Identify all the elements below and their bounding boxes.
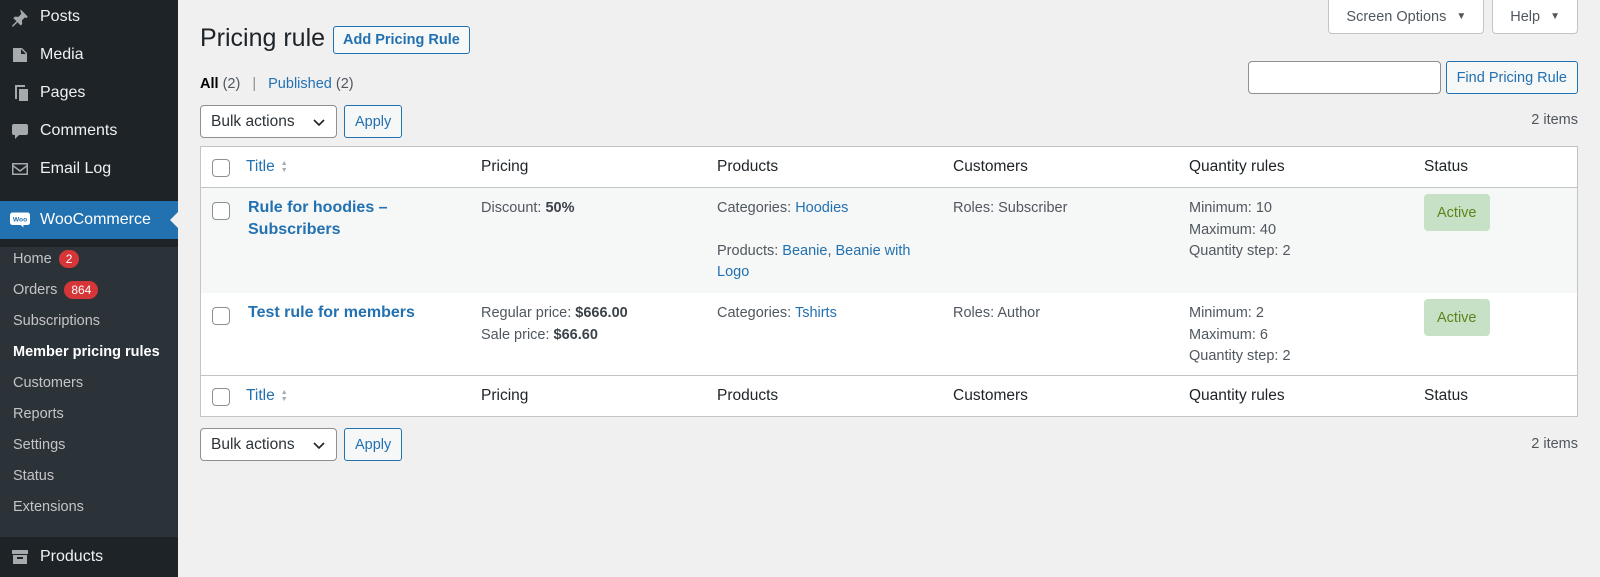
column-products-header: Products (717, 158, 779, 175)
products-cell: Categories: Hoodies Products: Beanie, Be… (717, 200, 911, 280)
submenu-item-status[interactable]: Status (13, 464, 54, 488)
submenu-item-customers[interactable]: Customers (13, 371, 83, 395)
row-title-link[interactable]: Rule for hoodies – Subscribers (248, 197, 388, 241)
apply-button[interactable]: Apply (344, 428, 403, 461)
apply-button[interactable]: Apply (344, 105, 403, 138)
page-title: Pricing rule (200, 24, 326, 52)
column-quantity-header: Quantity rules (1189, 158, 1285, 175)
caret-down-icon: ▼ (1550, 11, 1560, 22)
menu-item-posts[interactable]: Posts (0, 0, 178, 36)
sort-icon: ▲ ▼ (280, 160, 288, 174)
email-icon (0, 159, 40, 179)
notification-badge: 864 (64, 281, 99, 299)
status-badge: Active (1424, 299, 1490, 336)
column-status-footer: Status (1424, 387, 1468, 404)
items-count: 2 items (1531, 436, 1578, 452)
table-row: Rule for hoodies – Subscribers Discount:… (201, 188, 1577, 293)
pages-icon (0, 83, 40, 103)
status-badge: Active (1424, 194, 1490, 231)
column-title-header[interactable]: Title ▲ ▼ (246, 158, 288, 176)
svg-text:Woo: Woo (13, 217, 27, 224)
menu-item-woocommerce[interactable]: Woo WooCommerce (0, 201, 178, 239)
submenu-item-member-pricing-rules[interactable]: Member pricing rules (13, 340, 160, 364)
view-published-link[interactable]: Published (268, 76, 332, 92)
quantity-cell: Minimum: 10 Maximum: 40 Quantity step: 2 (1189, 200, 1291, 259)
menu-item-comments[interactable]: Comments (0, 112, 178, 150)
notification-badge: 2 (58, 250, 80, 268)
pricing-rules-table: Title ▲ ▼ Pricing Products Customers Quan… (200, 146, 1578, 417)
search-box: Find Pricing Rule (1247, 61, 1578, 94)
woocommerce-icon: Woo (0, 210, 40, 230)
archive-icon (0, 547, 40, 567)
comments-icon (0, 121, 40, 141)
row-checkbox[interactable] (212, 202, 230, 220)
products-cell: Categories: Tshirts (717, 305, 837, 321)
quantity-cell: Minimum: 2 Maximum: 6 Quantity step: 2 (1189, 305, 1291, 364)
bulk-actions-top: Bulk actions Apply (200, 105, 403, 138)
table-header: Title ▲ ▼ Pricing Products Customers Quan… (201, 147, 1577, 188)
column-status-header: Status (1424, 158, 1468, 175)
select-all-checkbox[interactable] (212, 388, 230, 406)
admin-sidebar: Posts Media Pages Comments Email Log Woo… (0, 0, 178, 577)
status-views: All (2) | Published (2) (200, 76, 354, 92)
caret-down-icon: ▼ (1456, 11, 1467, 22)
chevron-down-icon (313, 441, 325, 449)
product-link[interactable]: Logo (717, 264, 749, 280)
bulk-actions-select[interactable]: Bulk actions (200, 105, 337, 138)
find-pricing-rule-button[interactable]: Find Pricing Rule (1445, 61, 1578, 94)
current-menu-arrow (170, 212, 178, 228)
chevron-down-icon (313, 118, 325, 126)
bulk-actions-bottom: Bulk actions Apply (200, 428, 403, 461)
pricing-cell: Regular price: $666.00 Sale price: $66.6… (481, 305, 628, 343)
bulk-actions-select[interactable]: Bulk actions (200, 428, 337, 461)
column-pricing-header: Pricing (481, 158, 529, 175)
customers-cell: Roles: Subscriber (953, 200, 1068, 216)
product-link[interactable]: Beanie (782, 243, 827, 259)
view-all-link[interactable]: All (200, 76, 219, 92)
column-customers-footer: Customers (953, 387, 1028, 404)
row-checkbox[interactable] (212, 307, 230, 325)
media-icon (0, 45, 40, 65)
category-link[interactable]: Tshirts (795, 305, 837, 321)
items-count: 2 items (1531, 112, 1578, 128)
main-content: Screen Options ▼ Help ▼ Pricing rule Add… (178, 0, 1600, 577)
pin-icon (0, 7, 40, 27)
table-row: Test rule for members Regular price: $66… (201, 293, 1577, 375)
woocommerce-submenu: Home 2 Orders 864 Subscriptions Member p… (0, 247, 178, 537)
add-pricing-rule-button[interactable]: Add Pricing Rule (333, 26, 470, 54)
column-pricing-footer: Pricing (481, 387, 529, 404)
column-title-footer[interactable]: Title ▲ ▼ (246, 387, 288, 405)
submenu-item-orders[interactable]: Orders 864 (13, 278, 99, 302)
product-link[interactable]: Beanie with (836, 243, 911, 259)
customers-cell: Roles: Author (953, 305, 1041, 321)
screen-options-button[interactable]: Screen Options ▼ (1328, 0, 1485, 34)
column-quantity-footer: Quantity rules (1189, 387, 1285, 404)
column-products-footer: Products (717, 387, 779, 404)
screen-meta-links: Screen Options ▼ Help ▼ (1328, 0, 1578, 34)
category-link[interactable]: Hoodies (795, 200, 848, 216)
submenu-item-home[interactable]: Home 2 (13, 247, 80, 271)
column-customers-header: Customers (953, 158, 1028, 175)
menu-item-pages[interactable]: Pages (0, 74, 178, 112)
help-button[interactable]: Help ▼ (1492, 0, 1578, 34)
menu-item-media[interactable]: Media (0, 36, 178, 74)
row-title-link[interactable]: Test rule for members (248, 302, 415, 324)
submenu-item-settings[interactable]: Settings (13, 433, 65, 457)
pricing-cell: Discount: 50% (481, 200, 575, 216)
search-input[interactable] (1247, 61, 1441, 94)
submenu-item-subscriptions[interactable]: Subscriptions (13, 309, 100, 333)
sort-icon: ▲ ▼ (280, 389, 288, 403)
view-published-count: (2) (335, 76, 354, 92)
menu-item-email-log[interactable]: Email Log (0, 150, 178, 188)
table-footer: Title ▲ ▼ Pricing Products Customers Quan… (201, 375, 1577, 416)
view-all-count: (2) (222, 76, 241, 92)
view-separator: | (252, 76, 257, 92)
select-all-checkbox[interactable] (212, 159, 230, 177)
menu-item-products[interactable]: Products (0, 538, 178, 576)
submenu-item-reports[interactable]: Reports (13, 402, 64, 426)
submenu-item-extensions[interactable]: Extensions (13, 495, 84, 519)
